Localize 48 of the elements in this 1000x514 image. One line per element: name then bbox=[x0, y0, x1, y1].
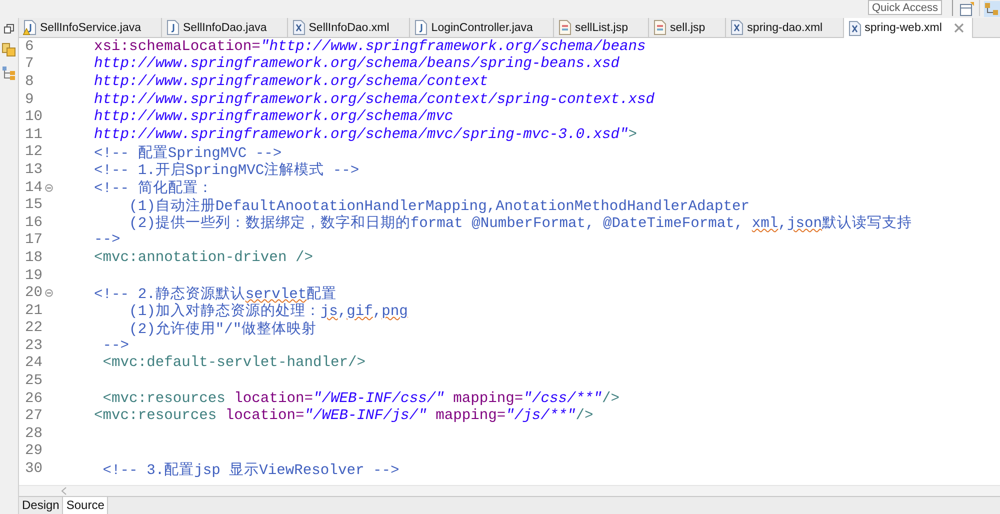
code-line: <mvc:resources location="/WEB-INF/css/" mapping="/css/**"/> bbox=[102, 390, 620, 407]
editor-tab[interactable]: LoginController.java bbox=[410, 18, 554, 37]
quick-access-field[interactable]: Quick Access bbox=[868, 0, 942, 15]
package-explorer-icon[interactable] bbox=[2, 43, 16, 57]
fold-icon[interactable] bbox=[45, 184, 53, 192]
code-line: <!-- 3.配置jsp 显示ViewResolver --> bbox=[102, 461, 400, 479]
scroll-left-icon[interactable] bbox=[61, 487, 67, 495]
code-line: --> bbox=[102, 338, 130, 354]
code-line: http://www.springframework.org/schema/mvc/spring-mvc-3.0.xsd"> bbox=[93, 126, 638, 143]
code-line: http://www.springframework.org/schema/mvc bbox=[93, 109, 454, 126]
code-line: --> bbox=[93, 232, 120, 248]
java-file-icon bbox=[167, 20, 179, 35]
code-line: http://www.springframework.org/schema/context bbox=[93, 74, 488, 90]
jsp-file-icon bbox=[654, 20, 666, 35]
horizontal-scrollbar[interactable] bbox=[19, 485, 1000, 496]
close-icon[interactable] bbox=[954, 23, 964, 33]
editor-tab[interactable]: spring-dao.xml bbox=[726, 18, 844, 37]
hierarchy-icon[interactable] bbox=[984, 1, 1000, 17]
code-line: <!-- 简化配置： bbox=[93, 179, 213, 198]
code-line: http://www.springframework.org/schema/context/spring-context.xsd bbox=[93, 92, 655, 108]
java-file-icon bbox=[415, 20, 428, 35]
editor-tab[interactable]: SellInfoService.java bbox=[19, 18, 162, 37]
xml-file-icon bbox=[292, 20, 305, 35]
code-line: http://www.springframework.org/schema/beans/spring-beans.xsd bbox=[93, 56, 620, 72]
xml-file-icon bbox=[848, 20, 861, 36]
code-line: (2)提供一些列：数据绑定，数字和日期的format @NumberFormat, @DateTimeFormat, xml,json默认读写支持 bbox=[128, 214, 912, 232]
code-line: (2)允许使用"/"做整体映射 bbox=[128, 320, 317, 338]
editor-tab[interactable]: spring-web.xml bbox=[844, 18, 973, 38]
code-line: <!-- 2.静态资源默认servlet配置 bbox=[93, 285, 337, 303]
editor-tab[interactable]: sell.jsp bbox=[649, 18, 726, 37]
fold-icon[interactable] bbox=[45, 289, 53, 298]
restore-icon[interactable] bbox=[4, 24, 14, 34]
code-line: <mvc:resources location="/WEB-INF/js/" mapping="/js/**"/> bbox=[93, 408, 594, 424]
code-line: <mvc:default-servlet-handler/> bbox=[102, 355, 366, 372]
view-tab[interactable]: Source bbox=[63, 497, 108, 514]
xml-file-icon bbox=[731, 20, 744, 35]
editor-tab[interactable]: SellInfoDao.xml bbox=[288, 18, 410, 37]
code-line: <mvc:annotation-driven /> bbox=[93, 250, 313, 266]
editor-tab[interactable]: SellInfoDao.java bbox=[162, 18, 288, 37]
editor-tab[interactable]: sellList.jsp bbox=[554, 18, 650, 37]
code-line: <!-- 配置SpringMVC --> bbox=[93, 144, 282, 162]
code-line: xsi:schemaLocation="http://www.springframework.org/schema/beans bbox=[93, 38, 646, 55]
hierarchy-icon[interactable] bbox=[2, 66, 16, 80]
code-line: <!-- 1.开启SpringMVC注解模式 --> bbox=[93, 160, 360, 180]
jsp-file-icon bbox=[558, 20, 571, 35]
perspective-icon[interactable] bbox=[959, 1, 975, 17]
code-line: (1)加入对静态资源的处理：js,gif,png bbox=[128, 302, 408, 320]
code-line: (1)自动注册DefaultAnootationHandlerMapping,AnotationMethodHandlerAdapter bbox=[128, 197, 750, 215]
